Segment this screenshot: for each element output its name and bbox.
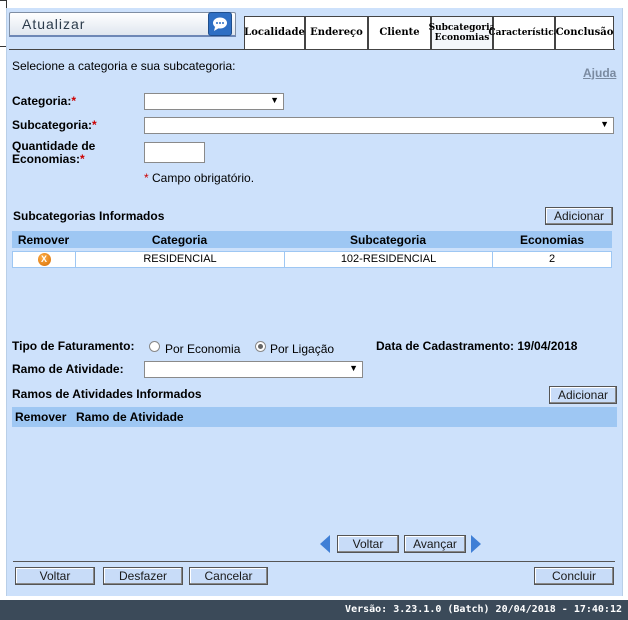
col-subcategoria: Subcategoria — [349, 233, 427, 247]
col-ramo-atividade: Ramo de Atividade — [76, 410, 184, 424]
window-title-bar: Atualizar — [9, 12, 236, 37]
actions-divider — [13, 561, 615, 562]
version-text: Versão: 3.23.1.0 (Batch) 20/04/2018 - 17… — [345, 604, 622, 615]
label-text: Economias: — [12, 152, 81, 166]
cancelar-button[interactable]: Cancelar — [189, 567, 268, 585]
required-mark: * — [144, 171, 149, 185]
main-panel — [6, 8, 623, 596]
tab-conclusao[interactable]: Conclusão — [555, 16, 614, 49]
por-ligacao-label: Por Ligação — [270, 342, 335, 356]
dropdown-arrow-icon: ▼ — [349, 363, 358, 373]
table-row: X RESIDENCIAL 102-RESIDENCIAL 2 — [12, 251, 612, 268]
remove-cell: X — [13, 252, 76, 267]
required-note: * Campo obrigatório. — [144, 171, 254, 185]
dropdown-arrow-icon: ▼ — [270, 95, 279, 105]
tab-label: Localidade — [244, 27, 305, 38]
instruction-text: Selecione a categoria e sua subcategoria… — [12, 59, 236, 73]
ramo-atividade-label: Ramo de Atividade: — [12, 362, 124, 376]
add-ramo-button[interactable]: Adicionar — [549, 386, 617, 404]
tab-label: Endereço — [310, 27, 363, 38]
quantidade-economias-input[interactable] — [144, 142, 205, 163]
tab-endereco[interactable]: Endereço — [305, 16, 368, 49]
economias-cell: 2 — [548, 253, 556, 265]
categoria-cell: RESIDENCIAL — [76, 252, 285, 267]
col-categoria: Categoria — [151, 233, 208, 247]
tab-baseline — [9, 49, 615, 50]
col-economias: Economias — [519, 233, 585, 247]
voltar-nav-button[interactable]: Voltar — [337, 535, 399, 553]
help-link[interactable]: Ajuda — [583, 66, 616, 80]
categoria-select[interactable]: ▼ — [144, 93, 284, 110]
subcategorias-heading: Subcategorias Informados — [13, 209, 165, 223]
chat-icon[interactable] — [208, 12, 232, 36]
version-footer: Versão: 3.23.1.0 (Batch) 20/04/2018 - 17… — [0, 600, 628, 620]
tab-label: Cliente — [379, 27, 420, 38]
col-remover: Remover — [17, 233, 70, 247]
voltar-button[interactable]: Voltar — [15, 567, 95, 585]
next-arrow-icon[interactable] — [471, 535, 481, 553]
subcategoria-label: Subcategoria:* — [12, 118, 97, 132]
dropdown-arrow-icon: ▼ — [600, 119, 609, 129]
remove-icon[interactable]: X — [37, 253, 51, 266]
avancar-nav-button[interactable]: Avançar — [404, 535, 466, 553]
por-ligacao-radio[interactable] — [255, 341, 266, 352]
tipo-faturamento-label: Tipo de Faturamento: — [12, 339, 135, 353]
note-text: Campo obrigatório. — [152, 171, 255, 185]
categoria-label: Categoria:* — [12, 94, 76, 108]
tab-label: Subcategoria Economias — [428, 23, 496, 43]
required-mark: * — [80, 152, 85, 166]
required-mark: * — [92, 118, 97, 132]
label-text: Categoria: — [12, 94, 72, 108]
subcategoria-select[interactable]: ▼ — [144, 117, 614, 134]
previous-arrow-icon[interactable] — [320, 535, 330, 553]
ramos-table-header: Remover Ramo de Atividade — [12, 407, 617, 427]
concluir-button[interactable]: Concluir — [534, 567, 614, 585]
window-title: Atualizar — [22, 16, 86, 32]
required-mark: * — [71, 94, 77, 108]
tab-subcategoria-economias[interactable]: Subcategoria Economias — [428, 16, 496, 49]
quantidade-label-line2: Economias:* — [12, 152, 85, 166]
subcategorias-table-header: Remover Categoria Subcategoria Economias — [12, 231, 612, 248]
ramo-atividade-select[interactable]: ▼ — [144, 361, 363, 378]
ramos-heading: Ramos de Atividades Informados — [12, 387, 202, 401]
subcategoria-cell: 102-RESIDENCIAL — [285, 252, 493, 267]
data-cadastramento: Data de Cadastramento: 19/04/2018 — [376, 339, 578, 353]
tab-caracteristica[interactable]: Característica — [488, 16, 560, 49]
por-economia-radio[interactable] — [149, 341, 160, 352]
tab-label: Conclusão — [555, 27, 614, 38]
tab-cliente[interactable]: Cliente — [368, 16, 431, 49]
label-text: Subcategoria: — [12, 118, 93, 132]
col-remover: Remover — [15, 410, 67, 424]
tab-label: Característica — [488, 28, 560, 38]
quantidade-label-line1: Quantidade de — [12, 139, 96, 153]
por-economia-label: Por Economia — [165, 342, 241, 356]
add-subcategoria-button[interactable]: Adicionar — [545, 207, 613, 225]
desfazer-button[interactable]: Desfazer — [103, 567, 183, 585]
tab-localidade[interactable]: Localidade — [244, 16, 305, 49]
